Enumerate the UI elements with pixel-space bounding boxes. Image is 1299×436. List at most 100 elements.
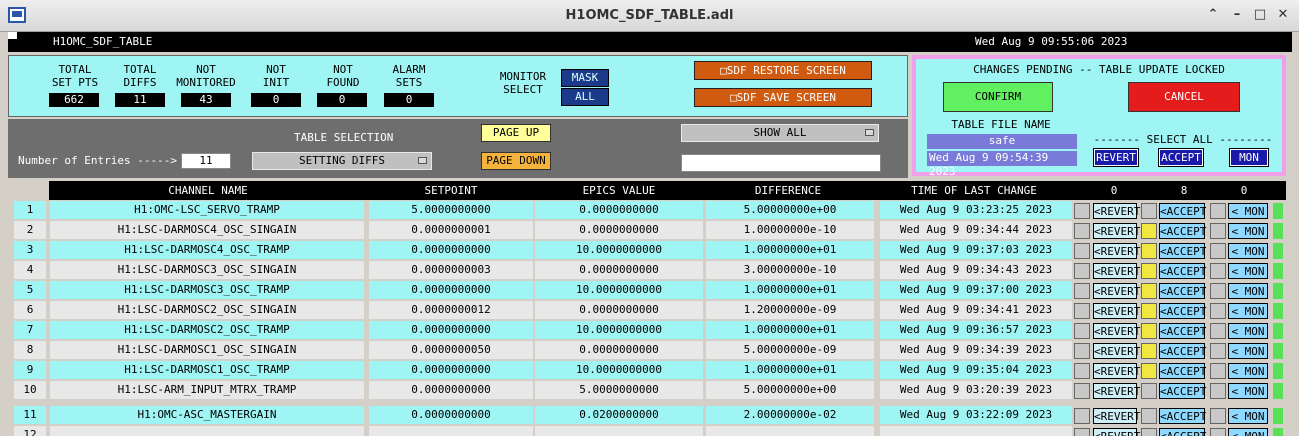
- row-accept-button[interactable]: <ACCEPT: [1159, 243, 1206, 259]
- accept-all-button[interactable]: ACCEPT: [1158, 148, 1204, 167]
- row-accept-checkbox[interactable]: [1141, 243, 1157, 259]
- confirm-button[interactable]: CONFIRM: [943, 82, 1053, 112]
- row-revert-button[interactable]: <REVERT: [1093, 263, 1140, 279]
- all-button[interactable]: ALL: [561, 88, 609, 106]
- row-accept-button[interactable]: <ACCEPT: [1159, 428, 1206, 436]
- row-accept-button[interactable]: <ACCEPT: [1159, 203, 1206, 219]
- row-accept-button[interactable]: <ACCEPT: [1159, 383, 1206, 399]
- close-icon[interactable]: ✕: [1274, 6, 1292, 24]
- row-mon-checkbox[interactable]: [1210, 263, 1226, 279]
- row-revert-button[interactable]: <REVERT: [1093, 383, 1140, 399]
- row-mon-checkbox[interactable]: [1210, 283, 1226, 299]
- show-all-dropdown[interactable]: SHOW ALL: [681, 124, 879, 142]
- row-accept-button[interactable]: <ACCEPT: [1159, 283, 1206, 299]
- revert-all-button[interactable]: REVERT: [1093, 148, 1139, 167]
- row-mon-checkbox[interactable]: [1210, 363, 1226, 379]
- row-revert-checkbox[interactable]: [1074, 263, 1090, 279]
- row-accept-checkbox[interactable]: [1141, 343, 1157, 359]
- sdf-save-screen-button[interactable]: □SDF SAVE SCREEN: [694, 88, 872, 107]
- row-accept-checkbox[interactable]: [1141, 363, 1157, 379]
- row-mon-checkbox[interactable]: [1210, 223, 1226, 239]
- table-selection-dropdown[interactable]: SETTING DIFFS: [252, 152, 432, 170]
- row-mon-button[interactable]: < MON: [1228, 363, 1268, 379]
- row-revert-checkbox[interactable]: [1074, 323, 1090, 339]
- row-mon-button[interactable]: < MON: [1228, 408, 1268, 424]
- row-revert-button[interactable]: <REVERT: [1093, 223, 1140, 239]
- row-mon-checkbox[interactable]: [1210, 383, 1226, 399]
- row-time: Wed Aug 9 09:37:03 2023: [880, 241, 1072, 259]
- page-up-button[interactable]: PAGE UP: [481, 124, 551, 142]
- row-mon-checkbox[interactable]: [1210, 323, 1226, 339]
- dropdown-indicator-icon: [418, 157, 427, 164]
- row-accept-button[interactable]: <ACCEPT: [1159, 363, 1206, 379]
- row-revert-button[interactable]: <REVERT: [1093, 428, 1140, 436]
- row-mon-button[interactable]: < MON: [1228, 323, 1268, 339]
- row-mon-checkbox[interactable]: [1210, 203, 1226, 219]
- row-revert-checkbox[interactable]: [1074, 223, 1090, 239]
- row-mon-checkbox[interactable]: [1210, 243, 1226, 259]
- row-mon-button[interactable]: < MON: [1228, 203, 1268, 219]
- row-mon-checkbox[interactable]: [1210, 343, 1226, 359]
- row-mon-button[interactable]: < MON: [1228, 243, 1268, 259]
- row-mon-button[interactable]: < MON: [1228, 303, 1268, 319]
- row-mon-button[interactable]: < MON: [1228, 223, 1268, 239]
- row-revert-button[interactable]: <REVERT: [1093, 283, 1140, 299]
- row-accept-checkbox[interactable]: [1141, 303, 1157, 319]
- row-revert-checkbox[interactable]: [1074, 383, 1090, 399]
- row-revert-checkbox[interactable]: [1074, 408, 1090, 424]
- row-accept-checkbox[interactable]: [1141, 383, 1157, 399]
- row-revert-checkbox[interactable]: [1074, 303, 1090, 319]
- row-accept-button[interactable]: <ACCEPT: [1159, 303, 1206, 319]
- mask-button[interactable]: MASK: [561, 69, 609, 87]
- row-revert-button[interactable]: <REVERT: [1093, 408, 1140, 424]
- row-revert-checkbox[interactable]: [1074, 428, 1090, 436]
- minimize-icon[interactable]: –: [1228, 6, 1246, 24]
- row-accept-checkbox[interactable]: [1141, 263, 1157, 279]
- row-mon-checkbox[interactable]: [1210, 408, 1226, 424]
- row-revert-checkbox[interactable]: [1074, 243, 1090, 259]
- row-revert-button[interactable]: <REVERT: [1093, 363, 1140, 379]
- row-mon-checkbox[interactable]: [1210, 428, 1226, 436]
- row-mon-checkbox[interactable]: [1210, 303, 1226, 319]
- table-selection-label: TABLE SELECTION: [294, 131, 394, 144]
- mon-all-button[interactable]: MON: [1229, 148, 1269, 167]
- row-revert-button[interactable]: <REVERT: [1093, 303, 1140, 319]
- row-revert-button[interactable]: <REVERT: [1093, 243, 1140, 259]
- row-accept-button[interactable]: <ACCEPT: [1159, 223, 1206, 239]
- page-down-button[interactable]: PAGE DOWN: [481, 152, 551, 170]
- row-revert-button[interactable]: <REVERT: [1093, 203, 1140, 219]
- row-accept-checkbox[interactable]: [1141, 408, 1157, 424]
- row-revert-checkbox[interactable]: [1074, 343, 1090, 359]
- sdf-restore-screen-button[interactable]: □SDF RESTORE SCREEN: [694, 61, 872, 80]
- col-setpoint: SETPOINT: [424, 184, 478, 197]
- col-revert-count: 0: [1110, 184, 1118, 197]
- row-accept-checkbox[interactable]: [1141, 223, 1157, 239]
- chevron-up-icon[interactable]: ⌃: [1204, 6, 1222, 24]
- row-mon-button[interactable]: < MON: [1228, 283, 1268, 299]
- row-mon-button[interactable]: < MON: [1228, 383, 1268, 399]
- cancel-button[interactable]: CANCEL: [1128, 82, 1240, 112]
- row-mon-button[interactable]: < MON: [1228, 263, 1268, 279]
- table-row: 12 <REVERT <ACCEPT < MON: [14, 426, 1290, 436]
- row-accept-button[interactable]: <ACCEPT: [1159, 263, 1206, 279]
- row-accept-checkbox[interactable]: [1141, 323, 1157, 339]
- pending-changes-panel: CHANGES PENDING -- TABLE UPDATE LOCKED C…: [912, 55, 1286, 178]
- filter-input[interactable]: [681, 154, 881, 172]
- stat-alarm-sets-label: ALARM SETS: [392, 63, 426, 89]
- row-mon-button[interactable]: < MON: [1228, 428, 1268, 436]
- row-mon-button[interactable]: < MON: [1228, 343, 1268, 359]
- row-accept-checkbox[interactable]: [1141, 203, 1157, 219]
- row-revert-checkbox[interactable]: [1074, 363, 1090, 379]
- stat-total-diffs-value: 11: [115, 93, 165, 107]
- row-accept-checkbox[interactable]: [1141, 428, 1157, 436]
- row-revert-button[interactable]: <REVERT: [1093, 343, 1140, 359]
- row-revert-button[interactable]: <REVERT: [1093, 323, 1140, 339]
- row-accept-button[interactable]: <ACCEPT: [1159, 343, 1206, 359]
- maximize-icon[interactable]: □: [1251, 6, 1269, 24]
- row-revert-checkbox[interactable]: [1074, 203, 1090, 219]
- row-revert-checkbox[interactable]: [1074, 283, 1090, 299]
- row-accept-button[interactable]: <ACCEPT: [1159, 408, 1206, 424]
- row-accept-checkbox[interactable]: [1141, 283, 1157, 299]
- row-accept-button[interactable]: <ACCEPT: [1159, 323, 1206, 339]
- table-row: 9 H1:LSC-DARMOSC1_OSC_TRAMP 0.0000000000 10…: [14, 361, 1290, 381]
